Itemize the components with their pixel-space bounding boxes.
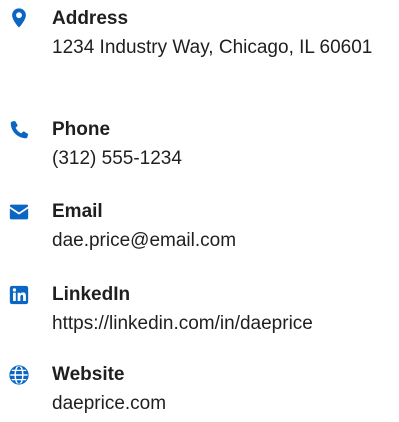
address-value: 1234 Industry Way, Chicago, IL 60601 [52, 37, 373, 58]
globe-icon [8, 364, 30, 386]
contact-item-website: Website daeprice.com [0, 362, 399, 422]
phone-icon [8, 119, 30, 141]
linkedin-value[interactable]: https://linkedin.com/in/daeprice [52, 310, 392, 338]
phone-value: (312) 555-1234 [52, 148, 182, 169]
contact-item-linkedin: LinkedIn https://linkedin.com/in/daepric… [0, 282, 399, 342]
envelope-icon [8, 201, 30, 223]
contact-item-address: Address 1234 Industry Way, Chicago, IL 6… [0, 6, 399, 98]
phone-label: Phone [52, 119, 111, 140]
linkedin-label: LinkedIn [52, 284, 131, 305]
contact-item-email: Email dae.price@email.com [0, 199, 399, 259]
email-label: Email [52, 201, 103, 222]
website-value[interactable]: daeprice.com [52, 390, 392, 418]
address-label: Address [52, 8, 129, 29]
contact-item-phone: Phone (312) 555-1234 [0, 117, 399, 177]
contact-info-list: Address 1234 Industry Way, Chicago, IL 6… [0, 0, 399, 421]
website-label: Website [52, 364, 125, 385]
map-pin-icon [8, 7, 30, 29]
email-value: dae.price@email.com [52, 230, 237, 251]
linkedin-icon [8, 284, 30, 306]
